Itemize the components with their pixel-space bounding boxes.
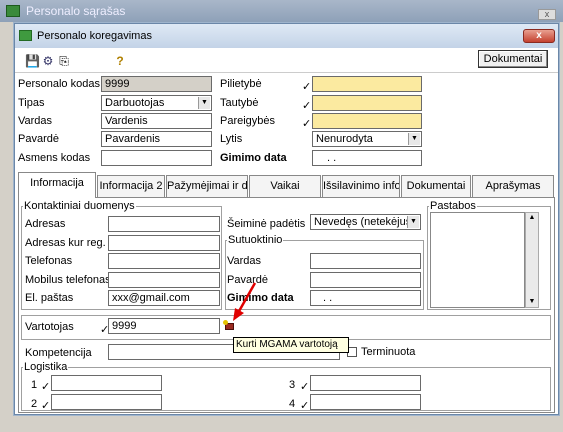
pastabos-textarea[interactable] [430, 212, 525, 308]
terminuota-label: Terminuota [361, 346, 416, 358]
adresas-kur-label: Adresas kur reg. [25, 237, 106, 249]
mobilus-input[interactable] [108, 272, 220, 288]
background-window-title: Personalo sąrašas [0, 0, 563, 22]
logistika-3-label: 3 [289, 379, 296, 391]
adresas-input[interactable] [108, 216, 220, 232]
logistika-2-label: 2 [31, 398, 38, 410]
tooltip: Kurti MGAMA vartotoją [233, 337, 349, 353]
telefonas-input[interactable] [108, 253, 220, 269]
sutuoktinio-title: Sutuoktinio [227, 234, 284, 246]
logistika-1-input[interactable] [51, 375, 162, 391]
scroll-up-icon[interactable]: ▲ [526, 213, 538, 223]
kompetencija-label: Kompetencija [25, 347, 92, 359]
adresas-kur-input[interactable] [108, 235, 220, 251]
logistika-3-input[interactable] [310, 375, 421, 391]
list-app-icon [6, 5, 20, 17]
personalo-koregavimas-dialog: Personalo koregavimas x 💾 ⚙ ⎘ ? Dokument… [14, 23, 559, 415]
seimine-select[interactable]: Nevedęs (netekėjusi) ▼ [310, 214, 421, 230]
vartotojas-input[interactable]: 9999 [108, 318, 220, 334]
s-pavarde-input[interactable] [310, 272, 421, 288]
logistika-4-label: 4 [289, 398, 296, 410]
kontaktiniai-title: Kontaktiniai duomenys [23, 200, 136, 212]
chevron-down-icon[interactable]: ▼ [407, 216, 419, 228]
vartotojas-label: Vartotojas [25, 321, 74, 333]
s-vardas-input[interactable] [310, 253, 421, 269]
adresas-label: Adresas [25, 218, 66, 230]
logistika-3-check-icon: ✓ [300, 381, 310, 393]
pastabos-title: Pastabos [429, 200, 477, 212]
logistika-title: Logistika [23, 361, 69, 373]
tab-content: Kontaktiniai duomenys Adresas Adresas ku… [15, 24, 558, 416]
seimine-value: Nevedęs (netekėjusi) [314, 216, 418, 228]
scroll-down-icon[interactable]: ▼ [526, 297, 538, 307]
red-arrow-pointer [233, 282, 257, 321]
logistika-1-label: 1 [31, 379, 38, 391]
logistika-4-check-icon: ✓ [300, 400, 310, 412]
mobilus-label: Mobilus telefonas [25, 274, 111, 286]
background-close-button[interactable]: x [538, 9, 556, 20]
el-pastas-label: El. paštas [25, 292, 74, 304]
s-gimimo-input[interactable]: . . [310, 290, 421, 306]
s-vardas-label: Vardas [227, 255, 262, 267]
seimine-label: Šeiminė padėtis [227, 218, 306, 230]
logistika-1-check-icon: ✓ [41, 381, 51, 393]
logistika-2-input[interactable] [51, 394, 162, 410]
telefonas-label: Telefonas [25, 255, 73, 267]
pastabos-scrollbar[interactable]: ▲ ▼ [525, 212, 539, 308]
logistika-2-check-icon: ✓ [41, 400, 51, 412]
el-pastas-input[interactable]: xxx@gmail.com [108, 290, 220, 306]
logistika-4-input[interactable] [310, 394, 421, 410]
